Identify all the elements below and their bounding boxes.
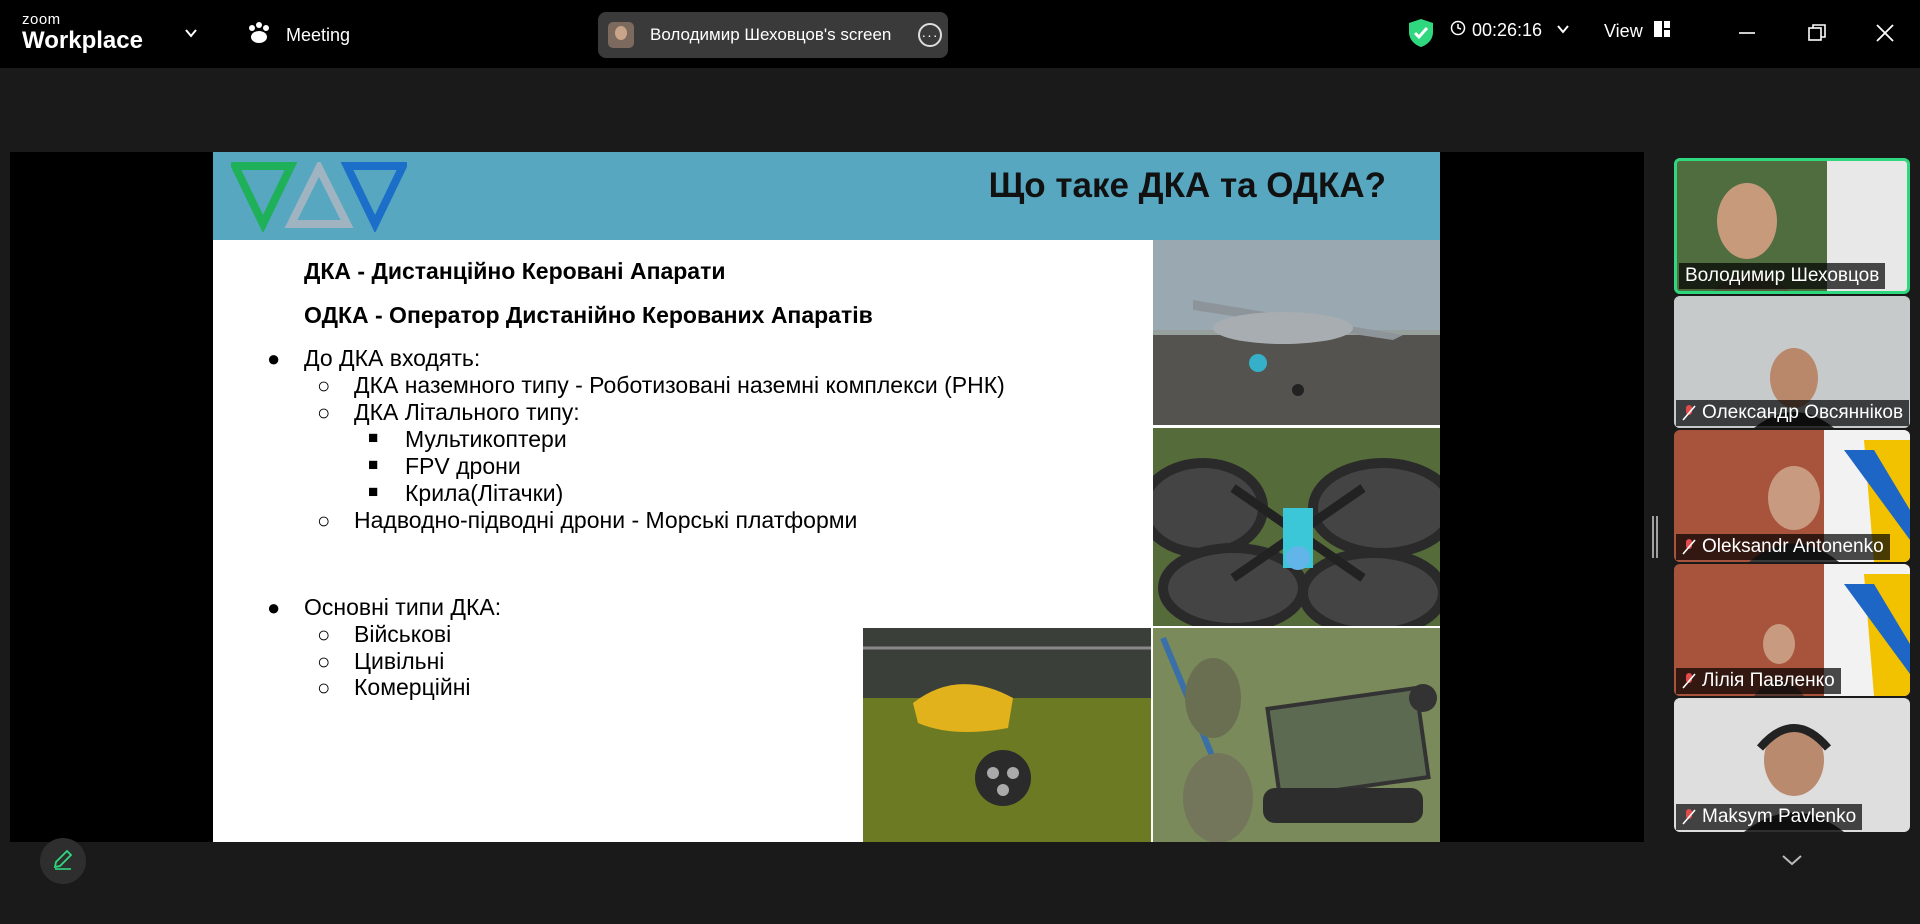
bullet-filled: ●	[267, 595, 281, 620]
close-icon[interactable]	[1870, 18, 1900, 48]
chevron-down-icon[interactable]	[1556, 20, 1570, 41]
bullet-hollow: ○	[317, 373, 331, 398]
participant-name: Maksym Pavlenko	[1676, 804, 1863, 830]
type-commercial: Комерційні	[354, 674, 471, 700]
item-multicopters: Мультикоптери	[405, 426, 567, 452]
grid-layout-icon	[1653, 20, 1671, 43]
muted-mic-icon	[1682, 808, 1696, 826]
bullet-hollow: ○	[317, 622, 331, 647]
bullet-square: ■	[368, 482, 379, 501]
top-bar: zoom Workplace Meeting Володимир Шеховцо…	[0, 0, 1920, 68]
definition-dka: ДКА - Дистанційно Керовані Апарати	[304, 258, 726, 284]
minimize-icon[interactable]	[1732, 18, 1762, 48]
meeting-button[interactable]: Meeting	[246, 20, 350, 50]
zoom-logo: zoom Workplace	[22, 12, 143, 53]
bullet-hollow: ○	[317, 675, 331, 700]
photo-fpv-drone	[1153, 428, 1440, 626]
item-wings: Крила(Літачки)	[405, 480, 564, 506]
view-button[interactable]: View	[1604, 20, 1671, 43]
item-flying-type: ДКА Літального типу:	[354, 399, 580, 425]
item-fpv: FPV дрони	[405, 453, 521, 479]
panel-resize-handle[interactable]	[1651, 516, 1659, 558]
participant-name: Олександр Овсянніков	[1676, 400, 1910, 426]
scroll-down-button[interactable]	[1738, 842, 1846, 882]
clock-icon	[1450, 20, 1466, 41]
bullet-square: ■	[368, 428, 379, 447]
share-label: Володимир Шеховцов's screen	[650, 25, 892, 44]
bullet-hollow: ○	[317, 649, 331, 674]
type-civil: Цивільні	[354, 648, 445, 674]
bullet-hollow: ○	[317, 400, 331, 425]
participant-tile[interactable]: Лілія Павленко	[1674, 564, 1910, 696]
photo-underwater-drone	[863, 628, 1151, 842]
muted-mic-icon	[1682, 672, 1696, 690]
muted-mic-icon	[1682, 404, 1696, 422]
bullet-hollow: ○	[317, 508, 331, 533]
paw-icon	[246, 21, 272, 50]
presentation-slide: Що таке ДКА та ОДКА? ДКА - Дистанційно К…	[213, 152, 1440, 842]
slide-header: Що таке ДКА та ОДКА?	[213, 152, 1440, 240]
logo-text-small: zoom	[22, 11, 61, 28]
participant-name: Володимир Шеховцов	[1679, 263, 1886, 289]
participant-name: Oleksandr Antonenko	[1676, 534, 1890, 560]
chevron-down-icon[interactable]	[184, 26, 198, 40]
section-includes: До ДКА входять:	[304, 345, 481, 371]
annotate-pencil-button[interactable]	[40, 838, 86, 884]
participant-tile[interactable]: Oleksandr Antonenko	[1674, 430, 1910, 562]
photo-fixed-wing-drone	[1153, 240, 1440, 425]
section-main-types: Основні типи ДКА:	[304, 594, 502, 620]
item-ground-type: ДКА наземного типу - Роботизовані наземн…	[354, 372, 1005, 398]
pencil-icon	[52, 848, 74, 875]
participant-tile[interactable]: Maksym Pavlenko	[1674, 698, 1910, 832]
shield-check-icon[interactable]	[1408, 18, 1434, 53]
participant-name-text: Володимир Шеховцов	[1685, 265, 1880, 286]
defense-logo	[228, 159, 410, 237]
item-marine: Надводно-підводні дрони - Морські платфо…	[354, 507, 858, 533]
participant-name-text: Олександр Овсянніков	[1702, 402, 1904, 423]
timer-text: 00:26:16	[1472, 20, 1543, 40]
sharer-avatar	[608, 22, 634, 48]
participant-name: Лілія Павленко	[1676, 668, 1841, 694]
view-label: View	[1604, 21, 1643, 41]
meeting-label: Meeting	[286, 24, 351, 45]
bullet-filled: ●	[267, 346, 281, 371]
participant-name-text: Oleksandr Antonenko	[1702, 536, 1884, 557]
meeting-timer[interactable]: 00:26:16	[1450, 20, 1570, 41]
definition-odka: ОДКА - Оператор Дистанійно Керованих Апа…	[304, 302, 873, 328]
more-options-icon[interactable]: ···	[918, 23, 942, 47]
screen-share-indicator[interactable]: Володимир Шеховцов's screen ···	[598, 12, 948, 58]
bullet-square: ■	[368, 455, 379, 474]
muted-mic-icon	[1682, 538, 1696, 556]
participant-name-text: Лілія Павленко	[1702, 670, 1835, 691]
chevron-down-icon	[1781, 853, 1803, 872]
slide-title: Що таке ДКА та ОДКА?	[988, 166, 1386, 205]
participant-tile[interactable]: Володимир Шеховцов	[1674, 158, 1910, 294]
restore-icon[interactable]	[1802, 18, 1832, 48]
logo-text-big: Workplace	[22, 27, 143, 54]
participant-name-text: Maksym Pavlenko	[1702, 806, 1857, 827]
type-military: Військові	[354, 621, 452, 647]
photo-ground-robot	[1153, 628, 1440, 842]
participant-tile[interactable]: Олександр Овсянніков	[1674, 296, 1910, 428]
